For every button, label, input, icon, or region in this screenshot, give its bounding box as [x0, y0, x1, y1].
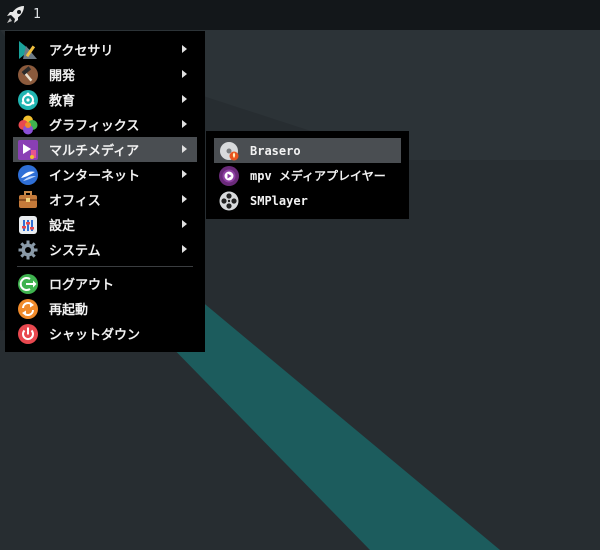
- submenu-arrow-icon: [182, 220, 187, 228]
- hammer-icon: [18, 64, 38, 85]
- submenu-arrow-icon: [182, 70, 187, 78]
- menu-item-office[interactable]: オフィス: [13, 187, 197, 212]
- menu-item-development[interactable]: 開発: [13, 62, 197, 87]
- submenu-arrow-icon: [182, 95, 187, 103]
- settings-icon: [18, 215, 38, 235]
- menu-item-education[interactable]: 教育: [13, 87, 197, 112]
- menu-item-label: 設定: [49, 219, 76, 234]
- submenu-item-smplayer[interactable]: SMPlayer: [214, 188, 401, 213]
- menu-item-label: グラフィックス: [49, 119, 140, 134]
- submenu-arrow-icon: [182, 245, 187, 253]
- multimedia-submenu: Brasero mpv メディアプレイヤー SMPlayer: [206, 131, 409, 219]
- menu-item-system[interactable]: システム: [13, 237, 197, 262]
- taskbar: 1: [0, 0, 600, 30]
- submenu-item-mpv[interactable]: mpv メディアプレイヤー: [214, 163, 401, 188]
- submenu-arrow-icon: [182, 145, 187, 153]
- gear-icon: [18, 240, 38, 260]
- power-icon: [18, 323, 38, 344]
- menu-item-label: シャットダウン: [49, 328, 141, 343]
- menu-item-label: Brasero: [250, 143, 301, 158]
- briefcase-icon: [18, 190, 38, 210]
- menu-item-label: マルチメディア: [49, 144, 140, 159]
- menu-item-label: インターネット: [49, 169, 141, 184]
- menu-item-logout[interactable]: ログアウト: [13, 271, 197, 296]
- menu-separator: [17, 266, 193, 267]
- menu-item-label: アクセサリ: [49, 44, 114, 59]
- multimedia-icon: [18, 139, 38, 160]
- menu-item-restart[interactable]: 再起動: [13, 296, 197, 321]
- education-icon: [18, 89, 38, 110]
- menu-item-label: mpv メディアプレイヤー: [250, 169, 386, 183]
- menu-item-label: 再起動: [49, 303, 89, 318]
- menu-item-label: 開発: [49, 69, 76, 84]
- submenu-arrow-icon: [182, 170, 187, 178]
- menu-item-graphics[interactable]: グラフィックス: [13, 112, 197, 137]
- restart-icon: [18, 298, 38, 319]
- menu-item-label: ログアウト: [49, 278, 115, 293]
- menu-item-label: システム: [49, 244, 101, 259]
- menu-item-internet[interactable]: インターネット: [13, 162, 197, 187]
- menu-item-settings[interactable]: 設定: [13, 212, 197, 237]
- menu-item-accessories[interactable]: アクセサリ: [13, 37, 197, 62]
- workspace-indicator[interactable]: 1: [33, 7, 41, 22]
- menu-item-label: SMPlayer: [250, 193, 308, 208]
- graphics-icon: [18, 115, 38, 135]
- logout-icon: [18, 273, 38, 294]
- menu-item-multimedia[interactable]: マルチメディア: [13, 137, 197, 162]
- submenu-arrow-icon: [182, 195, 187, 203]
- internet-icon: [18, 164, 38, 185]
- accessories-icon: [18, 40, 38, 60]
- application-menu: アクセサリ 開発 教育 グラフィックス マルチメディア インターネット オフィス…: [5, 31, 205, 352]
- menu-item-label: 教育: [49, 94, 76, 109]
- film-reel-icon: [219, 191, 239, 211]
- menu-item-label: オフィス: [49, 194, 101, 209]
- disc-burner-icon: [219, 141, 239, 161]
- submenu-arrow-icon: [182, 45, 187, 53]
- play-icon: [219, 165, 239, 186]
- rocket-icon[interactable]: [4, 3, 28, 27]
- submenu-arrow-icon: [182, 120, 187, 128]
- menu-item-shutdown[interactable]: シャットダウン: [13, 321, 197, 346]
- submenu-item-brasero[interactable]: Brasero: [214, 138, 401, 163]
